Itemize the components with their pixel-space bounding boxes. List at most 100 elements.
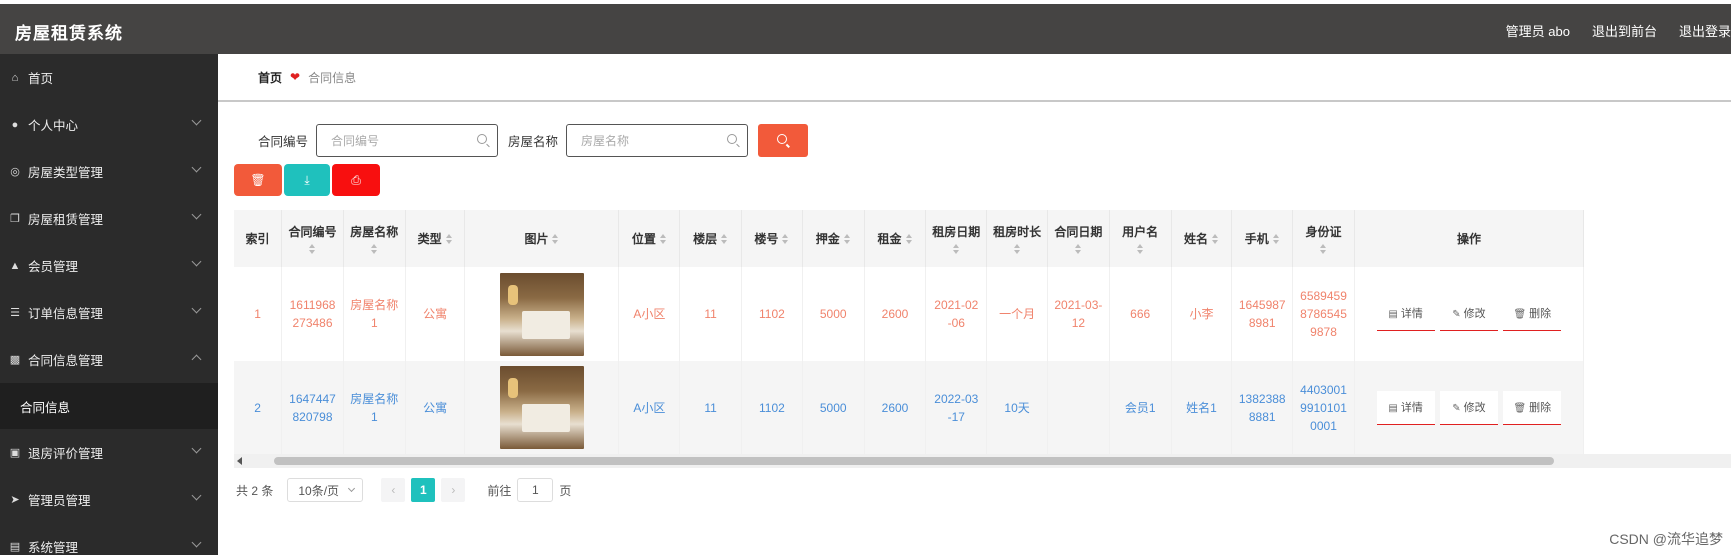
sort-icon[interactable] bbox=[952, 244, 960, 254]
top-bar: 房屋租赁系统 管理员 abo 退出到前台 退出登录 bbox=[0, 4, 1731, 54]
house-thumbnail[interactable] bbox=[499, 366, 584, 449]
export-button[interactable]: ⤓ bbox=[284, 164, 330, 196]
scrollbar-thumb[interactable] bbox=[274, 457, 1554, 465]
sort-icon[interactable] bbox=[1136, 244, 1144, 254]
goto-page-input[interactable]: 1 bbox=[517, 478, 554, 502]
monitor-icon: ▣ bbox=[9, 447, 21, 459]
sort-icon[interactable] bbox=[659, 234, 667, 245]
col-header[interactable]: 合同日期 bbox=[1047, 210, 1110, 267]
next-page-button[interactable]: › bbox=[441, 478, 466, 502]
to-front-link[interactable]: 退出到前台 bbox=[1592, 21, 1657, 40]
prev-page-button[interactable]: ‹ bbox=[381, 478, 406, 502]
sidebar-item-system[interactable]: ▤ 系统管理 bbox=[0, 523, 218, 555]
cell-rent: 2600 bbox=[864, 361, 927, 454]
sort-icon[interactable] bbox=[552, 234, 559, 245]
cell-building: 1102 bbox=[741, 267, 803, 361]
delete-button[interactable]: 🗑 删除 bbox=[1503, 297, 1562, 331]
cell-image bbox=[464, 267, 620, 361]
trash-icon: 🗑 bbox=[1513, 309, 1527, 320]
sort-icon[interactable] bbox=[1211, 234, 1219, 245]
col-header[interactable]: 姓名 bbox=[1171, 210, 1233, 267]
sidebar-item-admins[interactable]: ➤ 管理员管理 bbox=[0, 476, 218, 523]
main-content: 首页 ❤ 合同信息 合同编号 合同编号 房屋名称 房屋名称 🗑 ⤓ ⎙ 索引 合… bbox=[218, 54, 1731, 555]
cell-floor: 11 bbox=[679, 361, 743, 454]
sort-icon[interactable] bbox=[905, 234, 913, 245]
sort-icon[interactable] bbox=[1272, 234, 1280, 245]
col-header[interactable]: 楼层 bbox=[679, 210, 743, 267]
sort-icon[interactable] bbox=[782, 234, 789, 245]
col-header: 操作 bbox=[1354, 210, 1585, 267]
chevron-down-icon bbox=[191, 537, 202, 548]
page-unit-label: 页 bbox=[559, 483, 572, 498]
sort-icon[interactable] bbox=[843, 234, 851, 245]
sidebar-item-contracts[interactable]: ▩ 合同信息管理 bbox=[0, 336, 218, 383]
col-header[interactable]: 身份证 bbox=[1292, 210, 1355, 267]
sort-icon[interactable] bbox=[721, 234, 728, 245]
cell-image bbox=[464, 361, 620, 454]
sidebar-item-house-type[interactable]: ◎ 房屋类型管理 bbox=[0, 148, 218, 195]
sidebar-item-checkout-review[interactable]: ▣ 退房评价管理 bbox=[0, 429, 218, 476]
horizontal-scrollbar[interactable] bbox=[234, 454, 1731, 468]
house-thumbnail[interactable] bbox=[499, 272, 584, 356]
cell-rent: 2600 bbox=[864, 267, 927, 361]
detail-button[interactable]: ▤ 详情 bbox=[1376, 297, 1435, 331]
cell-username: 会员1 bbox=[1109, 361, 1172, 454]
cell-contract-no: 1647447820798 bbox=[281, 361, 344, 454]
edit-button[interactable]: ✎ 修改 bbox=[1439, 390, 1498, 425]
sidebar-item-house-rent[interactable]: ❐ 房屋租赁管理 bbox=[0, 195, 218, 242]
col-header[interactable]: 押金 bbox=[802, 210, 865, 267]
col-header[interactable]: 类型 bbox=[405, 210, 466, 267]
sidebar-item-orders[interactable]: ☰ 订单信息管理 bbox=[0, 289, 218, 336]
detail-button[interactable]: ▤ 详情 bbox=[1376, 390, 1435, 425]
col-header[interactable]: 手机 bbox=[1231, 210, 1294, 267]
edit-button[interactable]: ✎ 修改 bbox=[1439, 297, 1498, 331]
circle-icon: ◎ bbox=[10, 166, 20, 178]
sort-icon[interactable] bbox=[370, 244, 378, 254]
sidebar-item-label: 首页 bbox=[28, 72, 54, 86]
cell-deposit: 5000 bbox=[802, 361, 865, 454]
cell-house-name: 房屋名称1 bbox=[343, 267, 406, 361]
cell-contract-date bbox=[1047, 361, 1110, 454]
sort-icon[interactable] bbox=[1013, 244, 1021, 254]
search-button[interactable] bbox=[758, 124, 809, 157]
sort-icon[interactable] bbox=[1074, 244, 1082, 254]
contract-table: 索引 合同编号 房屋名称 类型 图片 位置 楼层 楼号 押金 租金 租房日期 租… bbox=[234, 210, 1731, 468]
cell-type: 公寓 bbox=[405, 267, 466, 361]
home-icon: ⌂ bbox=[11, 71, 19, 84]
col-header[interactable]: 合同编号 bbox=[281, 210, 344, 267]
sidebar-item-home[interactable]: ⌂ 首页 bbox=[0, 54, 218, 101]
col-header[interactable]: 图片 bbox=[464, 210, 620, 267]
submenu-item-contract-info[interactable]: 合同信息 bbox=[0, 383, 218, 429]
breadcrumb-current: 合同信息 bbox=[308, 70, 357, 85]
col-header[interactable]: 用户名 bbox=[1109, 210, 1172, 267]
cell-location: A小区 bbox=[618, 267, 681, 361]
breadcrumb-home[interactable]: 首页 bbox=[258, 69, 282, 86]
page-size-value: 10条/页 bbox=[298, 483, 340, 498]
cell-contract-no: 1611968273486 bbox=[281, 267, 344, 361]
logout-link[interactable]: 退出登录 bbox=[1679, 21, 1731, 40]
cell-phone: 13823888881 bbox=[1231, 361, 1294, 454]
page-number[interactable]: 1 bbox=[411, 478, 436, 502]
sort-icon[interactable] bbox=[1320, 244, 1327, 254]
sidebar-item-personal[interactable]: ● 个人中心 bbox=[0, 101, 218, 148]
sort-icon[interactable] bbox=[309, 244, 316, 254]
delete-button[interactable]: 🗑 删除 bbox=[1503, 390, 1562, 425]
contract-no-input[interactable]: 合同编号 bbox=[316, 124, 499, 157]
col-header[interactable]: 房屋名称 bbox=[343, 210, 406, 267]
page-size-select[interactable]: 10条/页 bbox=[287, 478, 364, 502]
col-header[interactable]: 租金 bbox=[864, 210, 927, 267]
sidebar: ⌂ 首页 ● 个人中心 ◎ 房屋类型管理 ❐ 房屋租赁管理 ▲ 会员管理 ☰ 订… bbox=[0, 54, 218, 555]
contract-no-placeholder: 合同编号 bbox=[331, 134, 380, 148]
col-header[interactable]: 租房日期 bbox=[925, 210, 988, 267]
cell-ops: ▤ 详情 ✎ 修改 🗑 删除 bbox=[1354, 267, 1585, 361]
sidebar-item-members[interactable]: ▲ 会员管理 bbox=[0, 242, 218, 289]
col-header[interactable]: 楼号 bbox=[741, 210, 803, 267]
col-header[interactable]: 租房时长 bbox=[986, 210, 1048, 267]
scroll-left-icon[interactable] bbox=[237, 457, 242, 465]
col-header[interactable]: 位置 bbox=[618, 210, 681, 267]
print-button[interactable]: ⎙ bbox=[332, 164, 380, 196]
batch-delete-button[interactable]: 🗑 bbox=[234, 164, 282, 196]
house-name-input[interactable]: 房屋名称 bbox=[566, 124, 749, 157]
doc-icon: ▤ bbox=[9, 541, 21, 553]
sort-icon[interactable] bbox=[445, 234, 453, 245]
